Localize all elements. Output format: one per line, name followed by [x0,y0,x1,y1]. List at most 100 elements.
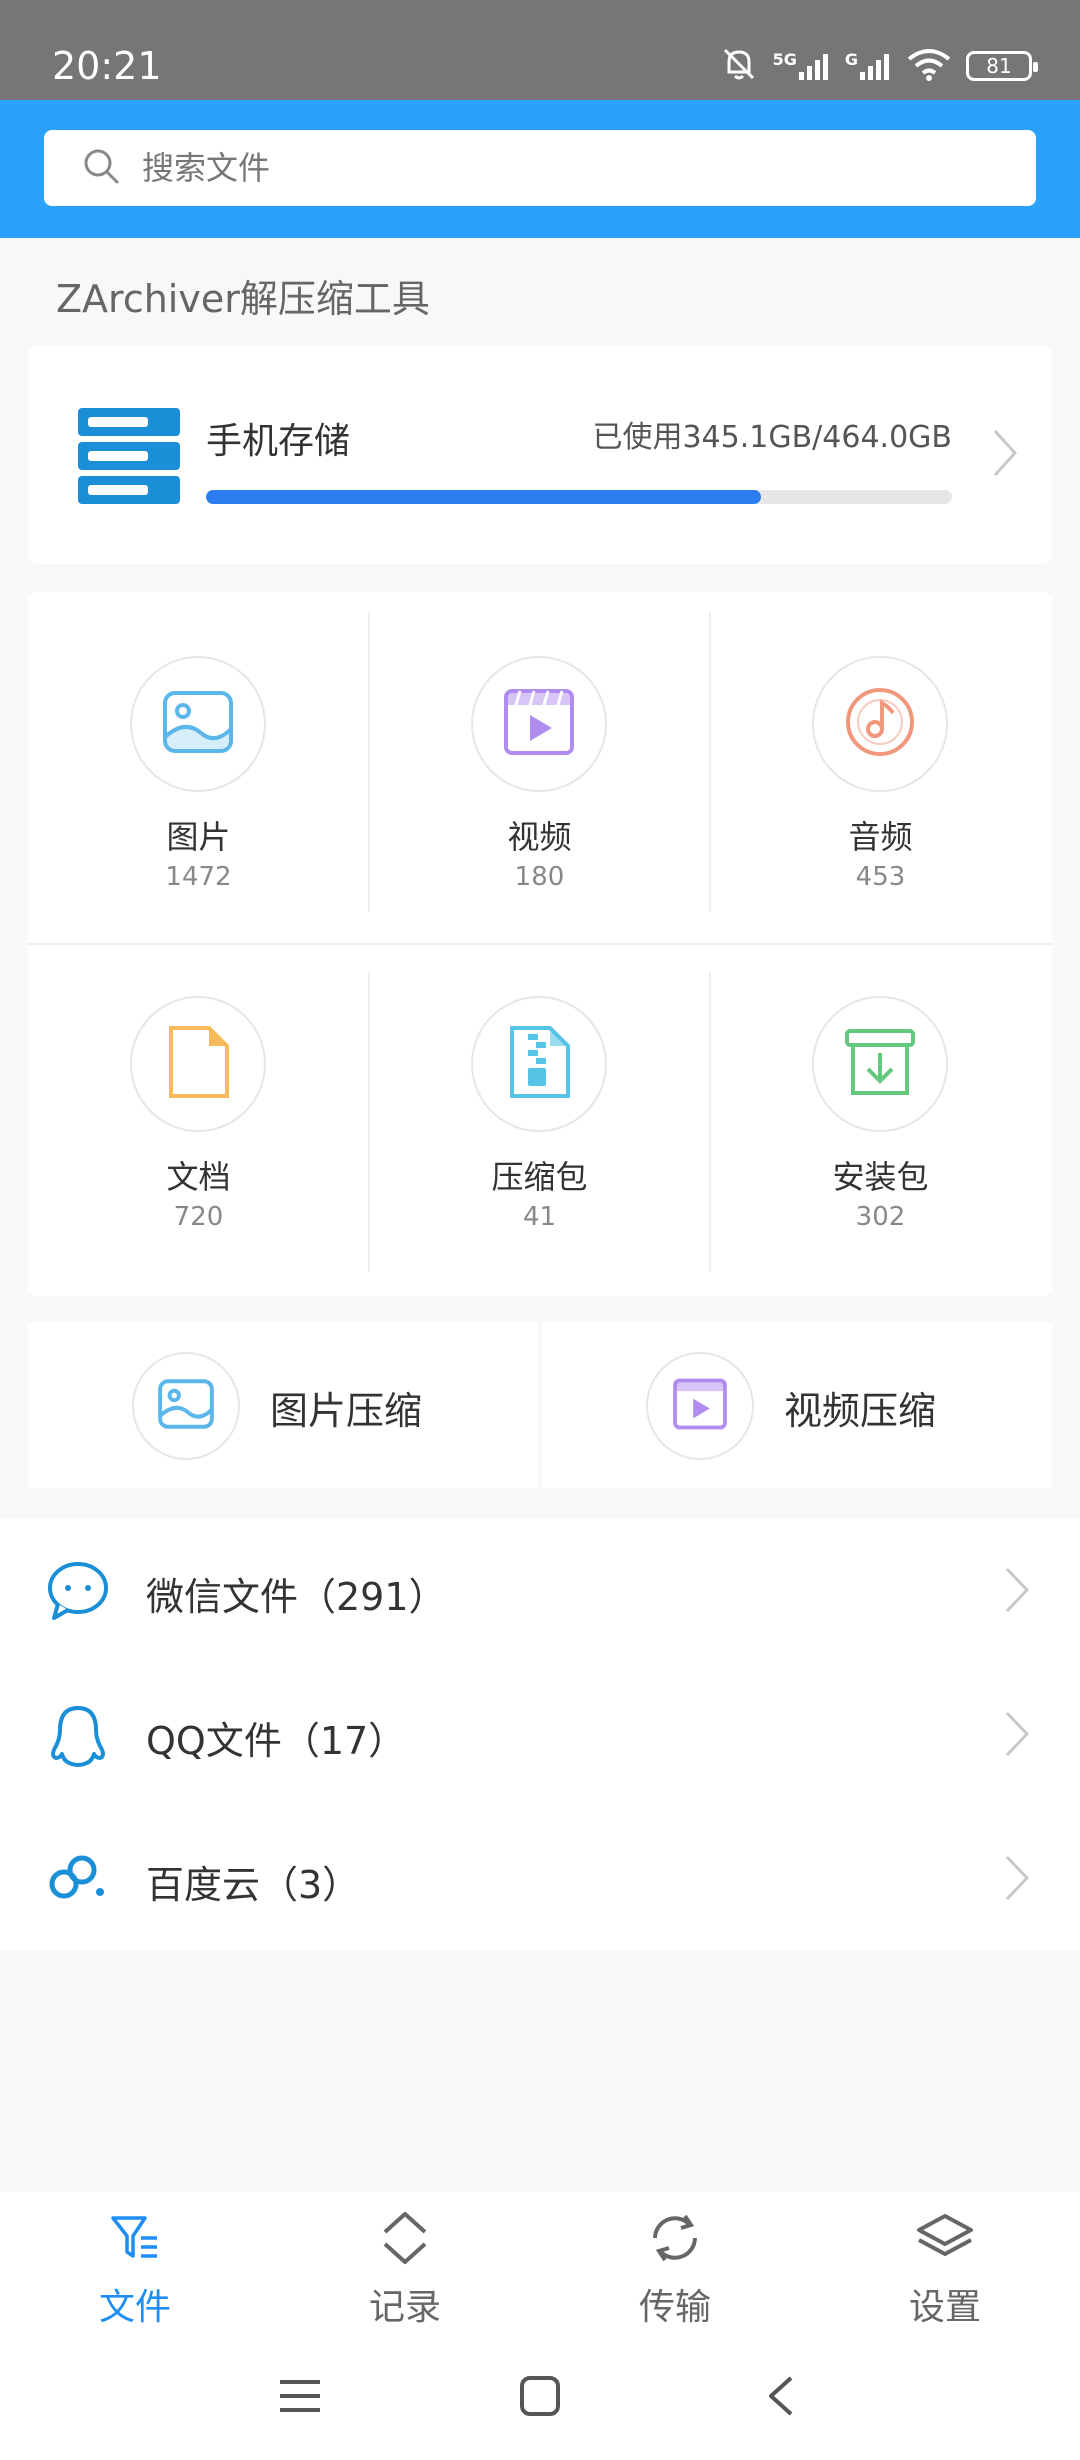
category-circle [471,656,607,792]
nav-history[interactable]: 记录 [270,2192,540,2338]
list-item-baidu[interactable]: 百度云（3） [0,1806,1080,1950]
system-nav-bar [0,2338,1080,2460]
chevron-right-icon [1004,1854,1030,1906]
bottom-nav: 文件 记录 传输 设置 [0,2192,1080,2338]
compress-circle [646,1352,754,1460]
home-square-icon [518,2374,562,2422]
zip-icon [506,1024,572,1104]
category-name: 安装包 [832,1158,929,1196]
file-filter-icon [105,2208,165,2268]
nav-label: 设置 [908,2287,981,2328]
category-name: 音频 [848,818,913,856]
mute-bell-icon [719,44,759,88]
menu-button[interactable] [270,2368,330,2428]
category-circle [812,656,948,792]
network-g-label: G [844,50,858,69]
image-icon [161,689,235,759]
status-bar: 20:21 5G G 81 [0,0,1080,100]
music-disc-icon [843,685,917,763]
category-count: 720 [173,1202,224,1232]
list-item-qq[interactable]: QQ文件（17） [0,1662,1080,1806]
image-compress-label: 图片压缩 [270,1389,423,1433]
category-packages[interactable]: 安装包 302 [710,932,1051,1272]
storage-label: 手机存储 [206,421,351,462]
source-list: 微信文件（291） QQ文件（17） 百度云（3） [0,1518,1080,1950]
signal-5g-icon: 5G [773,50,831,82]
nav-label: 文件 [98,2287,171,2328]
document-icon [165,1024,231,1104]
category-audio[interactable]: 音频 453 [710,592,1051,932]
category-images[interactable]: 图片 1472 [28,592,369,932]
chevron-right-icon [1004,1710,1030,1762]
back-arrow-icon [765,2374,795,2422]
menu-icon [278,2376,322,2420]
grid-divider [709,612,711,912]
category-grid: 图片 1472 视频 180 音频 453 文档 720 压缩包 41 安装包 … [28,592,1052,1296]
storage-progress [206,490,952,504]
category-circle [130,996,266,1132]
home-button[interactable] [510,2368,570,2428]
wifi-icon [906,47,952,85]
category-count: 1472 [165,862,232,892]
list-item-label: 微信文件（291） [146,1575,447,1619]
category-name: 文档 [166,1158,231,1196]
category-count: 302 [855,1202,906,1232]
qq-icon [46,1704,110,1774]
grid-divider [368,972,370,1272]
search-box[interactable] [44,130,1036,206]
chevron-right-icon [1004,1566,1030,1618]
category-circle [130,656,266,792]
battery-level: 81 [986,54,1012,78]
grid-divider [28,943,1052,945]
category-count: 41 [522,1202,557,1232]
layers-icon [915,2208,975,2268]
grid-divider [709,972,711,1272]
category-documents[interactable]: 文档 720 [28,932,369,1272]
image-icon [157,1378,215,1434]
package-icon [843,1027,917,1101]
search-input[interactable] [142,149,942,187]
list-item-wechat[interactable]: 微信文件（291） [0,1518,1080,1662]
grid-divider [368,612,370,912]
nav-settings[interactable]: 设置 [810,2192,1080,2338]
status-time: 20:21 [52,44,162,88]
chevron-right-icon [992,428,1018,482]
header [0,100,1080,238]
category-count: 453 [855,862,906,892]
battery-icon: 81 [966,51,1038,81]
signal-g-icon: G [845,50,892,82]
sync-icon [645,2208,705,2268]
list-item-label: 百度云（3） [146,1863,361,1907]
wechat-icon [46,1560,110,1624]
nav-transfer[interactable]: 传输 [540,2192,810,2338]
category-name: 图片 [166,818,231,856]
nav-label: 传输 [638,2287,711,2328]
nav-label: 记录 [368,2287,441,2328]
storage-usage: 已使用345.1GB/464.0GB [592,420,952,455]
app-title: ZArchiver解压缩工具 [56,277,430,321]
video-icon [672,1376,728,1436]
image-compress-button[interactable]: 图片压缩 [28,1322,538,1488]
category-archives[interactable]: 压缩包 41 [369,932,710,1272]
network-5g-label: 5G [772,50,797,69]
category-name: 压缩包 [491,1158,588,1196]
video-compress-button[interactable]: 视频压缩 [542,1322,1052,1488]
list-item-label: QQ文件（17） [146,1719,407,1763]
status-icons: 5G G 81 [719,44,1038,88]
storage-server-icon [74,404,184,512]
category-videos[interactable]: 视频 180 [369,592,710,932]
search-icon [82,147,120,189]
back-button[interactable] [750,2368,810,2428]
category-name: 视频 [507,818,572,856]
history-icon [375,2208,435,2268]
video-icon [502,685,576,763]
baidu-cloud-icon [46,1848,110,1908]
compress-circle [132,1352,240,1460]
nav-files[interactable]: 文件 [0,2192,270,2338]
video-compress-label: 视频压缩 [784,1389,937,1433]
category-count: 180 [514,862,565,892]
category-circle [471,996,607,1132]
storage-progress-fill [206,490,762,504]
category-circle [812,996,948,1132]
storage-card[interactable]: 手机存储 已使用345.1GB/464.0GB [28,346,1052,564]
